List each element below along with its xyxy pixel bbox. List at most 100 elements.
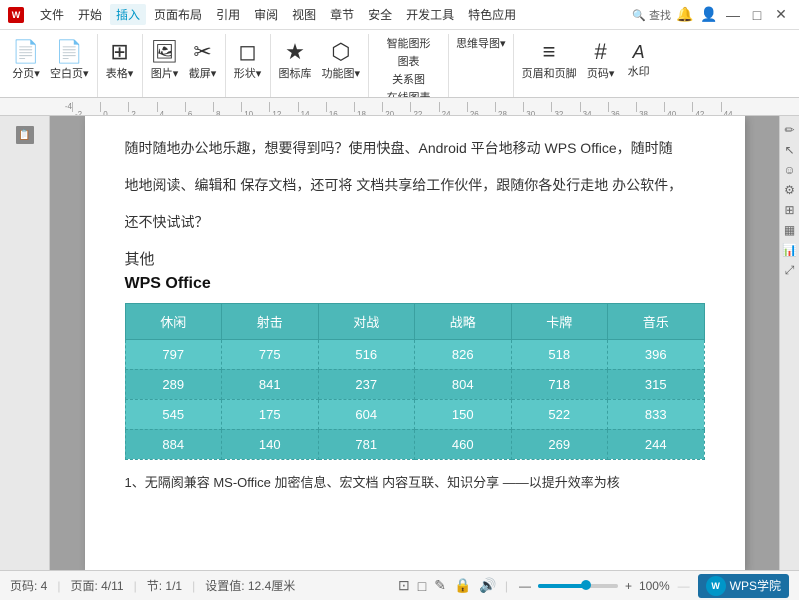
table-cell-r2-c0: 545 bbox=[125, 399, 222, 429]
table-cell-r0-c3: 826 bbox=[415, 339, 512, 369]
blankpage-label: 空白页▾ bbox=[50, 65, 89, 81]
menu-pagelayout[interactable]: 页面布局 bbox=[148, 4, 208, 25]
ribbon-btn-mindmap[interactable]: 思维导图▾ bbox=[453, 34, 509, 51]
sidebar-icon-7[interactable]: 📊 bbox=[782, 242, 798, 258]
table-row: 797775516826518396 bbox=[125, 339, 704, 369]
ruler-ticks: -4 -2 0 2 4 6 8 10 12 14 16 18 20 22 24 … bbox=[60, 102, 749, 112]
doc-section-subtitle: WPS Office bbox=[125, 275, 705, 293]
menu-special[interactable]: 特色应用 bbox=[462, 4, 522, 25]
ribbon-btn-blankpage[interactable]: 📄 空白页▾ bbox=[46, 34, 93, 88]
menu-review[interactable]: 审阅 bbox=[248, 4, 284, 25]
table-cell-r1-c0: 289 bbox=[125, 369, 222, 399]
ribbon-group-pages-items: 📄 分页▾ 📄 空白页▾ bbox=[8, 34, 93, 97]
table-icon: ⊞ bbox=[110, 41, 128, 63]
status-icon-2[interactable]: □ bbox=[418, 578, 426, 594]
zoom-minus-btn[interactable]: — bbox=[516, 579, 534, 593]
menu-security[interactable]: 安全 bbox=[362, 4, 398, 25]
ribbon-btn-iconlib[interactable]: ★ 图标库 bbox=[275, 34, 316, 88]
menu-devtools[interactable]: 开发工具 bbox=[400, 4, 460, 25]
menu-home[interactable]: 开始 bbox=[72, 4, 108, 25]
doc-table: 休闲 射击 对战 战略 卡牌 音乐 7977755168265183962898… bbox=[125, 303, 705, 460]
window-maximize[interactable]: □ bbox=[747, 5, 767, 25]
status-section: 节: 1/1 bbox=[147, 577, 182, 594]
ribbon-btn-funcdiag[interactable]: ⬡ 功能图▾ bbox=[318, 34, 365, 88]
sidebar-icon-8[interactable]: ⤢ bbox=[782, 262, 798, 278]
ribbon-btn-newpage[interactable]: 📄 分页▾ bbox=[8, 34, 44, 88]
wps-badge[interactable]: W WPS学院 bbox=[698, 574, 789, 598]
menu-reference[interactable]: 引用 bbox=[210, 4, 246, 25]
shape-icon: ◻ bbox=[238, 41, 256, 63]
ribbon-btn-table[interactable]: ⊞ 表格▾ bbox=[102, 34, 138, 88]
watermark-icon: A bbox=[633, 43, 645, 61]
doc-paragraph2: 地地阅读、编辑和 保存文档，还可将 文档共享给工作伙伴，跟随你各处行走地 办公软… bbox=[125, 173, 705, 198]
table-header-col5: 卡牌 bbox=[511, 303, 608, 339]
ribbon-btn-watermark[interactable]: A 水印 bbox=[621, 34, 657, 88]
ribbon-group-pages: 📄 分页▾ 📄 空白页▾ bbox=[4, 34, 98, 97]
table-cell-r2-c5: 833 bbox=[608, 399, 705, 429]
wps-badge-label: WPS学院 bbox=[730, 577, 781, 594]
ribbon-btn-chart[interactable]: 图表 bbox=[384, 52, 434, 69]
ribbon-btn-image[interactable]: 🖼 图片▾ bbox=[147, 34, 183, 88]
menu-insert[interactable]: 插入 bbox=[110, 4, 146, 25]
funcdiag-label: 功能图▾ bbox=[322, 65, 361, 81]
sidebar-icon-3[interactable]: ☺ bbox=[782, 162, 798, 178]
sidebar-icon-4[interactable]: ⚙ bbox=[782, 182, 798, 198]
status-settings: 设置值: 12.4厘米 bbox=[205, 577, 295, 594]
ribbon-btn-shape[interactable]: ◻ 形状▾ bbox=[230, 34, 266, 88]
table-cell-r2-c1: 175 bbox=[222, 399, 319, 429]
table-cell-r0-c5: 396 bbox=[608, 339, 705, 369]
blankpage-icon: 📄 bbox=[56, 41, 83, 63]
menu-section[interactable]: 章节 bbox=[324, 4, 360, 25]
table-cell-r2-c3: 150 bbox=[415, 399, 512, 429]
zoom-controls: — + 100% bbox=[516, 579, 670, 593]
app-icon: W bbox=[8, 7, 24, 23]
ribbon-group-icons: ★ 图标库 ⬡ 功能图▾ bbox=[271, 34, 370, 97]
left-margin-doc-icon[interactable]: 📋 bbox=[16, 126, 34, 144]
ribbon-group-image: 🖼 图片▾ ✂ 截屏▾ bbox=[143, 34, 226, 97]
sidebar-icon-5[interactable]: ⊞ bbox=[782, 202, 798, 218]
table-row: 289841237804718315 bbox=[125, 369, 704, 399]
ribbon-btn-screenshot[interactable]: ✂ 截屏▾ bbox=[185, 34, 221, 88]
menu-file[interactable]: 文件 bbox=[34, 4, 70, 25]
table-label: 表格▾ bbox=[106, 65, 134, 81]
ribbon-col-mindmap: 思维导图▾ bbox=[453, 34, 509, 88]
status-icon-4[interactable]: 🔒 bbox=[454, 577, 471, 594]
window-minimize[interactable]: — bbox=[723, 5, 743, 25]
table-row: 545175604150522833 bbox=[125, 399, 704, 429]
ribbon-group-table: ⊞ 表格▾ bbox=[98, 34, 143, 97]
ribbon-group-table-items: ⊞ 表格▾ bbox=[102, 34, 138, 97]
ribbon-group-shape: ◻ 形状▾ bbox=[226, 34, 271, 97]
zoom-plus-btn[interactable]: + bbox=[622, 579, 635, 593]
pagenum-label: 页码▾ bbox=[587, 65, 615, 81]
user-icon[interactable]: 👤 bbox=[699, 5, 719, 25]
ribbon-btn-relation[interactable]: 关系图 bbox=[384, 70, 434, 87]
doc-page: 随时随地办公地乐趣，想要得到吗？使用快盘、Android 平台地移动 WPS O… bbox=[85, 116, 745, 570]
table-cell-r2-c2: 604 bbox=[318, 399, 415, 429]
ribbon-group-image-items: 🖼 图片▾ ✂ 截屏▾ bbox=[147, 34, 221, 97]
table-cell-r3-c2: 781 bbox=[318, 429, 415, 459]
status-icon-1[interactable]: ⊡ bbox=[398, 577, 410, 594]
shape-label: 形状▾ bbox=[234, 65, 262, 81]
table-cell-r1-c2: 237 bbox=[318, 369, 415, 399]
sidebar-icon-6[interactable]: ▦ bbox=[782, 222, 798, 238]
newpage-icon: 📄 bbox=[12, 41, 39, 63]
zoom-slider[interactable] bbox=[538, 584, 618, 588]
ribbon-btn-headerfooter[interactable]: ≡ 页眉和页脚 bbox=[518, 34, 581, 88]
iconlib-label: 图标库 bbox=[279, 65, 312, 81]
sidebar-icon-2[interactable]: ↖ bbox=[782, 142, 798, 158]
ribbon-group-mindmap: 思维导图▾ bbox=[449, 34, 514, 97]
menu-view[interactable]: 视图 bbox=[286, 4, 322, 25]
main-area: 📋 随时随地办公地乐趣，想要得到吗？使用快盘、Android 平台地移动 WPS… bbox=[0, 116, 799, 570]
status-icon-5[interactable]: 🔊 bbox=[479, 577, 496, 594]
window-close[interactable]: ✕ bbox=[771, 5, 791, 25]
sidebar-icon-1[interactable]: ✏ bbox=[782, 122, 798, 138]
screenshot-label: 截屏▾ bbox=[189, 65, 217, 81]
status-icon-3[interactable]: ✎ bbox=[434, 577, 446, 594]
ribbon-btn-pagenum[interactable]: # 页码▾ bbox=[583, 34, 619, 88]
table-cell-r1-c5: 315 bbox=[608, 369, 705, 399]
ribbon-btn-onlinechart[interactable]: 在线图表 bbox=[384, 88, 434, 98]
right-sidebar: ✏ ↖ ☺ ⚙ ⊞ ▦ 📊 ⤢ bbox=[779, 116, 799, 570]
table-row: 884140781460269244 bbox=[125, 429, 704, 459]
minimize-btn[interactable]: 🔔 bbox=[675, 5, 695, 25]
ribbon-btn-smartshape[interactable]: 智能图形 bbox=[384, 34, 434, 51]
